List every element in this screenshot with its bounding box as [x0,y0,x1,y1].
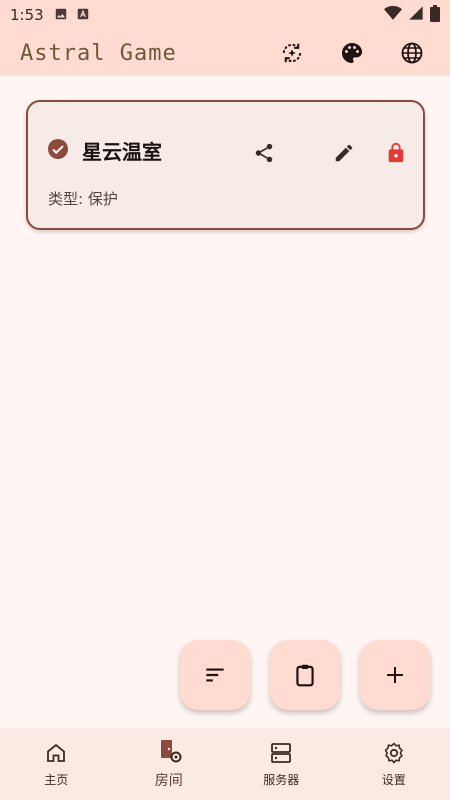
home-icon [47,743,66,762]
app-bar: Astral Game [0,30,450,76]
room-name: 星云温室 [82,140,162,164]
clipboard-icon [296,664,314,687]
nav-item-home[interactable]: 主页 [0,728,113,800]
language-button[interactable] [394,35,430,71]
share-icon [255,143,273,163]
bottom-nav: 主页 房间 服务器 设置 [0,728,450,800]
a-notification-icon [76,6,90,25]
sort-button[interactable] [180,640,250,710]
nav-item-settings[interactable]: 设置 [338,728,450,800]
settings-icon [384,741,403,764]
sort-icon [206,668,224,682]
share-button[interactable] [246,135,282,171]
status-bar: 1:53 [0,0,450,30]
palette-icon [342,43,363,63]
room-settings-icon [160,740,182,763]
edit-button[interactable] [326,135,362,171]
nav-label-settings: 设置 [381,772,406,787]
nav-label-rooms: 房间 [154,773,183,789]
nav-label-home: 主页 [44,772,69,787]
edit-pencil-icon [335,144,353,162]
room-card[interactable]: 星云温室 类型: 保护 [26,100,425,230]
globe-icon [401,42,423,64]
sync-button[interactable] [274,35,310,71]
battery-icon [430,4,440,26]
nav-item-server[interactable]: 服务器 [225,728,338,800]
status-time: 1:53 [10,6,44,24]
lock-icon [388,142,404,163]
lock-button[interactable] [378,135,414,171]
image-icon [54,6,68,25]
server-icon [271,742,292,763]
signal-icon [408,5,424,25]
wifi-icon [384,5,402,25]
check-circle-icon[interactable] [46,137,70,165]
room-type-label: 类型: 保护 [48,190,118,208]
paste-button[interactable] [270,640,340,710]
nav-label-server: 服务器 [263,772,300,787]
palette-button[interactable] [334,35,370,71]
sync-icon [282,43,302,63]
nav-item-rooms[interactable]: 房间 [113,728,226,800]
app-title: Astral Game [20,40,177,66]
add-button[interactable] [360,640,430,710]
add-icon [387,667,403,683]
